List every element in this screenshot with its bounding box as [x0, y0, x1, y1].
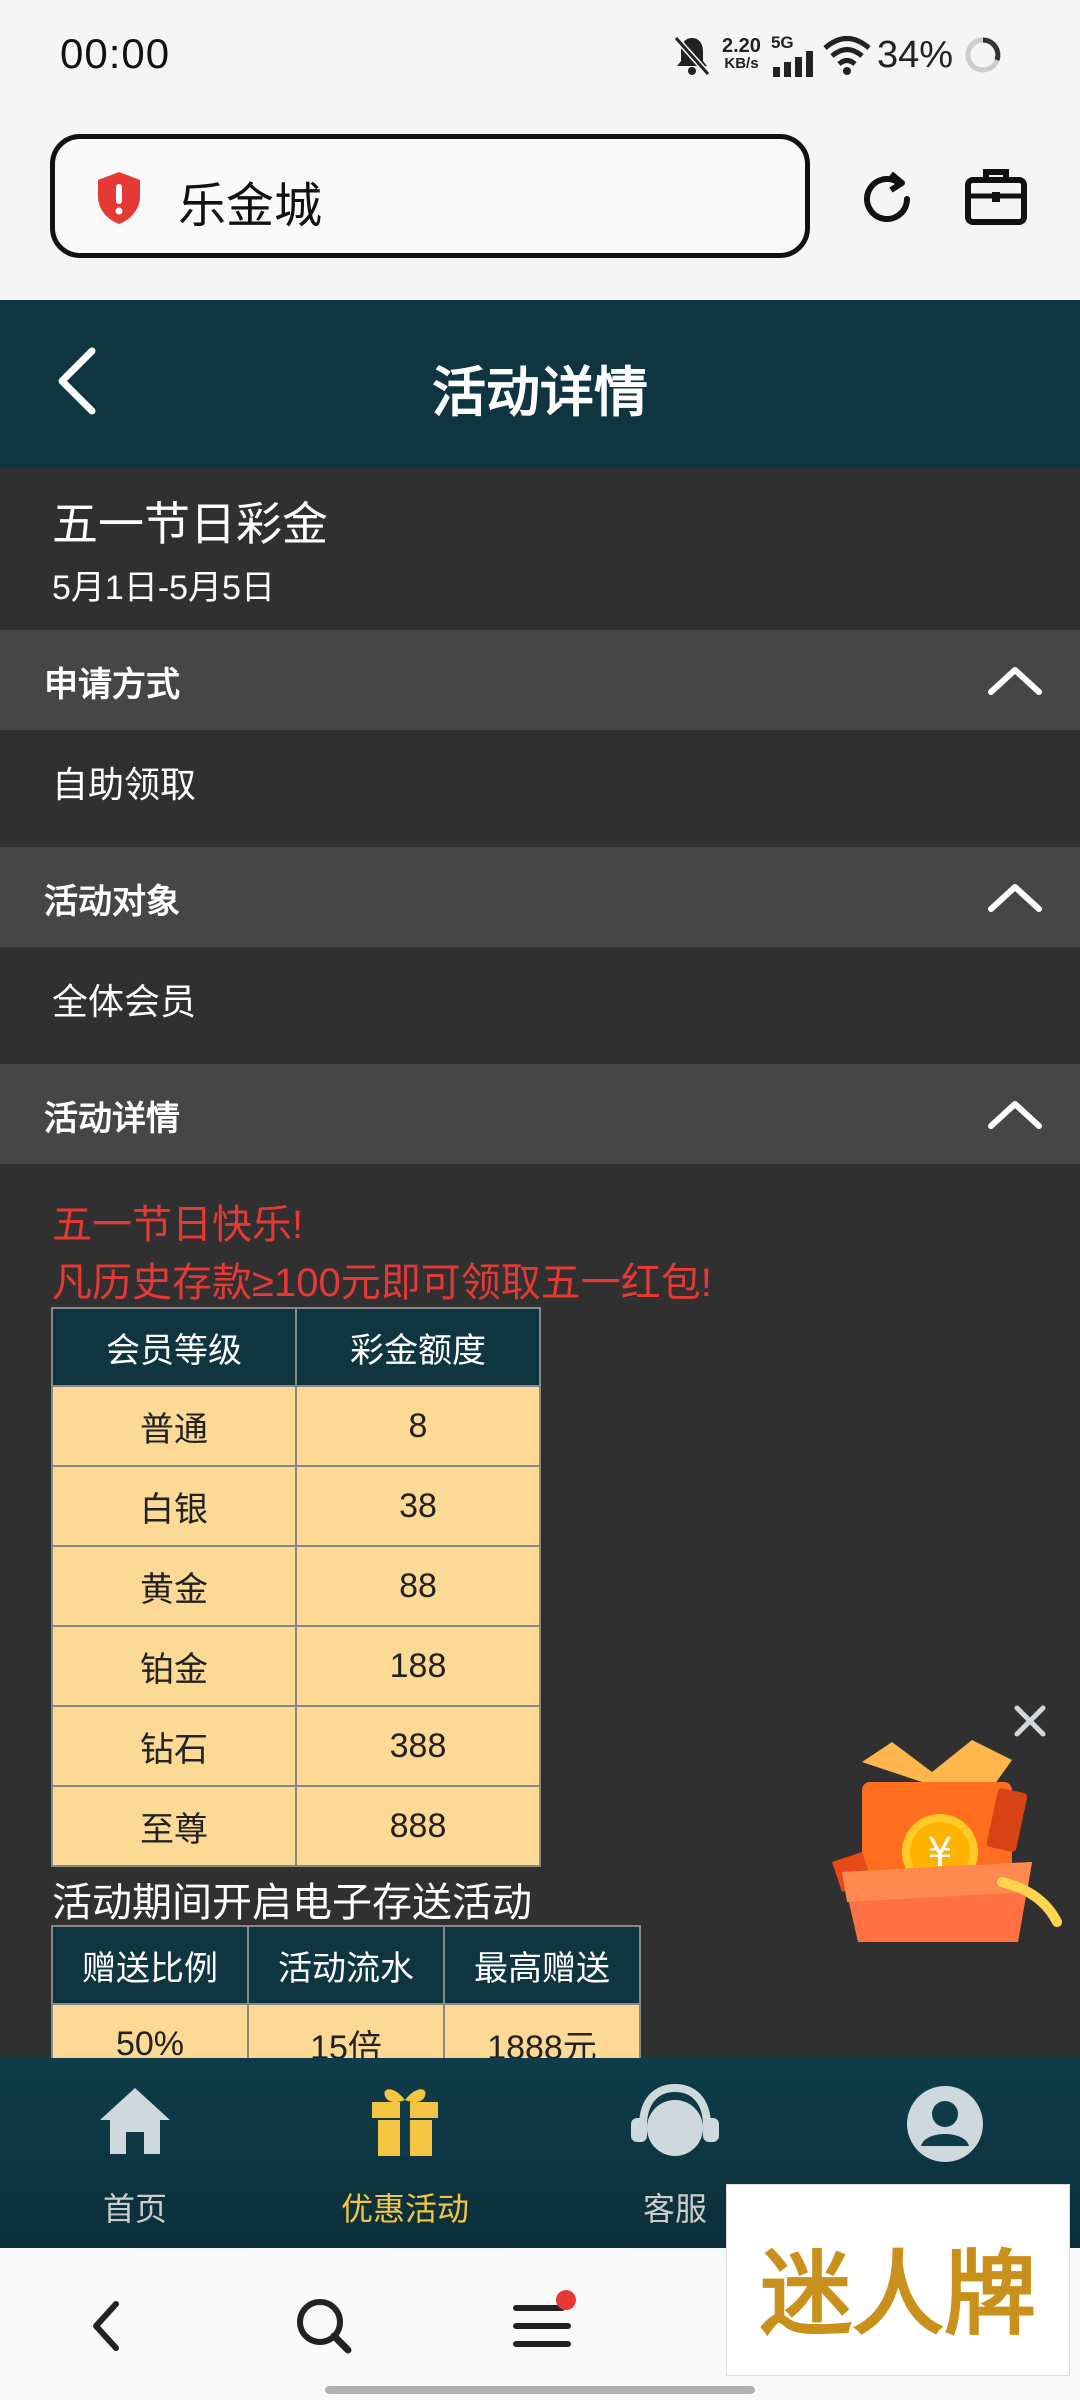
section-value-apply: 自助领取	[52, 764, 197, 805]
table-cell: 88	[295, 1545, 541, 1627]
network-type: 5G	[770, 32, 794, 52]
system-back-icon[interactable]	[88, 2298, 124, 2354]
table-cell: 普通	[51, 1385, 297, 1467]
table-cell: 188	[295, 1625, 541, 1707]
table-header: 彩金额度	[295, 1307, 541, 1387]
battery-percent: 34%	[876, 33, 953, 76]
signal-icon	[772, 50, 813, 77]
briefcase-icon[interactable]	[964, 166, 1028, 228]
table-row: 钻石 388	[51, 1705, 541, 1787]
reload-icon[interactable]	[855, 166, 921, 232]
net-speed-value: 2.20	[722, 35, 761, 57]
table-cell: 黄金	[51, 1545, 297, 1627]
detail-subtitle: 活动期间开启电子存送活动	[52, 1881, 532, 1925]
table-cell: 38	[295, 1465, 541, 1547]
bonus-level-table: 会员等级 彩金额度 普通 8 白银 38 黄金 88 铂金 188 钻石 388…	[51, 1307, 541, 1867]
battery-ring-icon	[965, 37, 1001, 73]
wifi-icon	[823, 36, 871, 75]
home-indicator	[325, 2386, 755, 2394]
table-header: 最高赠送	[443, 1925, 641, 2005]
section-value-target: 全体会员	[52, 981, 197, 1022]
nav-label-promotions: 优惠活动	[340, 2191, 469, 2227]
section-label-target: 活动对象	[44, 883, 180, 921]
gift-icon	[372, 2089, 438, 2156]
detail-red-line-2: 凡历史存款≥100元即可领取五一红包!	[52, 1261, 712, 1305]
url-bar[interactable]	[50, 134, 810, 258]
table-header: 会员等级	[51, 1307, 297, 1387]
table-cell: 388	[295, 1705, 541, 1787]
section-label-detail: 活动详情	[44, 1100, 180, 1138]
bell-muted-icon	[673, 36, 711, 76]
watermark-text: 迷人牌	[759, 2240, 1036, 2348]
table-header: 活动流水	[247, 1925, 445, 2005]
url-text[interactable]: 乐金城	[178, 166, 322, 236]
chevron-up-icon[interactable]	[985, 1096, 1045, 1132]
page-title: 活动详情	[432, 363, 648, 423]
section-label-apply: 申请方式	[44, 666, 180, 704]
status-icons: 2.20 KB/s 5G 34%	[672, 32, 1003, 78]
net-speed-unit: KB/s	[724, 55, 759, 72]
home-icon	[100, 2088, 170, 2154]
nav-label-home: 首页	[102, 2191, 167, 2227]
table-cell: 铂金	[51, 1625, 297, 1707]
promo-date-range: 5月1日-5月5日	[52, 569, 275, 607]
table-header: 赠送比例	[51, 1925, 249, 2005]
chevron-up-icon[interactable]	[985, 879, 1045, 915]
table-row: 铂金 188	[51, 1625, 541, 1707]
table-cell: 8	[295, 1385, 541, 1467]
table-cell: 白银	[51, 1465, 297, 1547]
user-icon	[907, 2086, 983, 2162]
headset-icon	[631, 2084, 719, 2156]
system-search-icon[interactable]	[294, 2296, 354, 2356]
table-row: 黄金 88	[51, 1545, 541, 1627]
table-cell: 钻石	[51, 1705, 297, 1787]
table-cell: 888	[295, 1785, 541, 1867]
system-menu-icon[interactable]	[510, 2290, 580, 2354]
chevron-up-icon[interactable]	[985, 662, 1045, 698]
status-time: 00:00	[60, 30, 171, 77]
table-row: 白银 38	[51, 1465, 541, 1547]
nav-item-home[interactable]: 首页	[35, 2080, 235, 2230]
promo-title: 五一节日彩金	[52, 498, 328, 550]
table-row: 普通 8	[51, 1385, 541, 1467]
detail-red-line-1: 五一节日快乐!	[52, 1203, 304, 1247]
gift-box-promo-icon[interactable]: ¥	[822, 1732, 1062, 1952]
table-cell: 至尊	[51, 1785, 297, 1867]
nav-item-promotions[interactable]: 优惠活动	[305, 2080, 505, 2230]
security-shield-icon[interactable]	[94, 170, 144, 226]
table-row: 至尊 888	[51, 1785, 541, 1867]
